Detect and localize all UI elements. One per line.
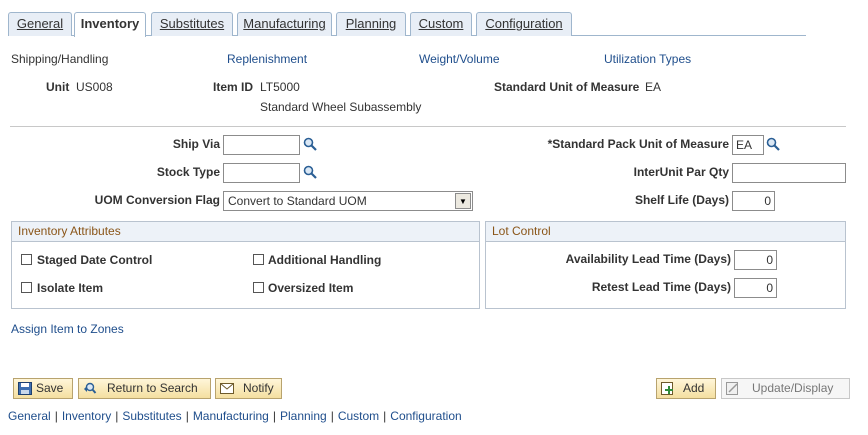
nav-separator: |: [330, 409, 334, 423]
tab-planning[interactable]: Planning: [336, 12, 406, 36]
chevron-down-icon[interactable]: ▼: [455, 193, 471, 209]
tab-custom[interactable]: Custom: [410, 12, 472, 36]
add-button[interactable]: Add: [656, 378, 716, 399]
bottom-nav-manufacturing[interactable]: Manufacturing: [193, 409, 269, 423]
update-display-label: Update/Display: [752, 381, 834, 395]
tab-label: General: [16, 16, 64, 31]
nav-separator: |: [272, 409, 276, 423]
staged-date-control-label: Staged Date Control: [37, 253, 153, 267]
uom-conv-label: UOM Conversion Flag: [94, 193, 220, 207]
ship-via-lookup-icon[interactable]: [303, 137, 317, 151]
bottom-nav-substitutes[interactable]: Substitutes: [122, 409, 181, 423]
bottom-nav-configuration[interactable]: Configuration: [390, 409, 461, 423]
oversized-item-label: Oversized Item: [268, 281, 354, 295]
tab-label: Configuration: [485, 16, 563, 31]
bottom-nav-custom[interactable]: Custom: [338, 409, 379, 423]
uom-conv-selected-value: Convert to Standard UOM: [228, 194, 367, 208]
item-description: Standard Wheel Subassembly: [260, 100, 422, 114]
item-id-value: LT5000: [260, 80, 300, 94]
retest-lead-time-label: Retest Lead Time (Days): [591, 280, 731, 294]
std-uom-label: Standard Unit of Measure: [494, 80, 640, 94]
staged-date-control-checkbox[interactable]: [21, 254, 32, 265]
tab-label: Inventory: [80, 16, 140, 31]
availability-lead-time-label: Availability Lead Time (Days): [565, 252, 731, 266]
bottom-nav-general[interactable]: General: [8, 409, 51, 423]
tab-manufacturing[interactable]: Manufacturing: [237, 12, 332, 36]
notify-button[interactable]: Notify: [215, 378, 282, 399]
bottom-nav: General | Inventory | Substitutes | Manufactur…: [8, 409, 462, 423]
section-link-weight-volume[interactable]: Weight/Volume: [419, 52, 500, 66]
unit-label: Unit: [46, 80, 70, 94]
availability-lead-time-input[interactable]: 0: [734, 250, 777, 270]
item-id-label: Item ID: [213, 80, 254, 94]
add-icon: [661, 382, 673, 395]
return-to-search-label: Return to Search: [107, 381, 198, 395]
additional-handling-checkbox[interactable]: [253, 254, 264, 265]
stock-type-lookup-icon[interactable]: [303, 165, 317, 179]
inventory-attributes-title: Inventory Attributes: [12, 222, 479, 242]
add-label: Add: [683, 381, 705, 395]
bottom-nav-inventory[interactable]: Inventory: [62, 409, 111, 423]
interunit-par-input[interactable]: [732, 163, 846, 183]
assign-item-to-zones-link[interactable]: Assign Item to Zones: [11, 322, 124, 336]
save-label: Save: [36, 381, 64, 395]
isolate-item-checkbox[interactable]: [21, 282, 32, 293]
section-link-replenishment[interactable]: Replenishment: [227, 52, 307, 66]
save-button[interactable]: Save: [13, 378, 73, 399]
std-pack-uom-input[interactable]: EA: [732, 135, 764, 155]
lot-control-title: Lot Control: [486, 222, 845, 242]
section-link-utilization-types[interactable]: Utilization Types: [604, 52, 691, 66]
tab-label: Manufacturing: [243, 16, 326, 31]
isolate-item-label: Isolate Item: [37, 281, 104, 295]
update-display-icon: [726, 382, 738, 395]
divider: [10, 126, 846, 127]
stock-type-input[interactable]: [223, 163, 300, 183]
notify-label: Notify: [243, 381, 274, 395]
shelf-life-label: Shelf Life (Days): [634, 193, 729, 207]
tab-general[interactable]: General: [8, 12, 72, 36]
tab-label: Substitutes: [159, 16, 225, 31]
stock-type-label: Stock Type: [156, 165, 220, 179]
ship-via-label: Ship Via: [172, 137, 220, 151]
nav-separator: |: [54, 409, 58, 423]
std-pack-uom-lookup-icon[interactable]: [766, 137, 780, 151]
save-icon: [18, 382, 32, 395]
notify-icon: [220, 383, 234, 394]
shelf-life-input[interactable]: 0: [732, 191, 775, 211]
tab-configuration[interactable]: Configuration: [476, 12, 572, 36]
return-to-search-button[interactable]: Return to Search: [78, 378, 211, 399]
tab-inventory[interactable]: Inventory: [74, 12, 146, 37]
tab-substitutes[interactable]: Substitutes: [151, 12, 233, 36]
interunit-par-label: InterUnit Par Qty: [633, 165, 729, 179]
return-to-search-icon: [84, 382, 97, 394]
unit-value: US008: [76, 80, 113, 94]
std-uom-value: EA: [645, 80, 662, 94]
nav-separator: |: [185, 409, 189, 423]
section-current: Shipping/Handling: [11, 52, 109, 66]
update-display-button[interactable]: Update/Display: [721, 378, 850, 399]
uom-conv-select[interactable]: Convert to Standard UOM ▼: [223, 191, 473, 211]
retest-lead-time-input[interactable]: 0: [734, 278, 777, 298]
ship-via-input[interactable]: [223, 135, 300, 155]
oversized-item-checkbox[interactable]: [253, 282, 264, 293]
additional-handling-label: Additional Handling: [268, 253, 382, 267]
std-pack-uom-label: *Standard Pack Unit of Measure: [547, 137, 729, 151]
tab-label: Planning: [345, 16, 397, 31]
tab-label: Custom: [418, 16, 464, 31]
nav-separator: |: [115, 409, 119, 423]
nav-separator: |: [383, 409, 387, 423]
bottom-nav-planning[interactable]: Planning: [280, 409, 327, 423]
